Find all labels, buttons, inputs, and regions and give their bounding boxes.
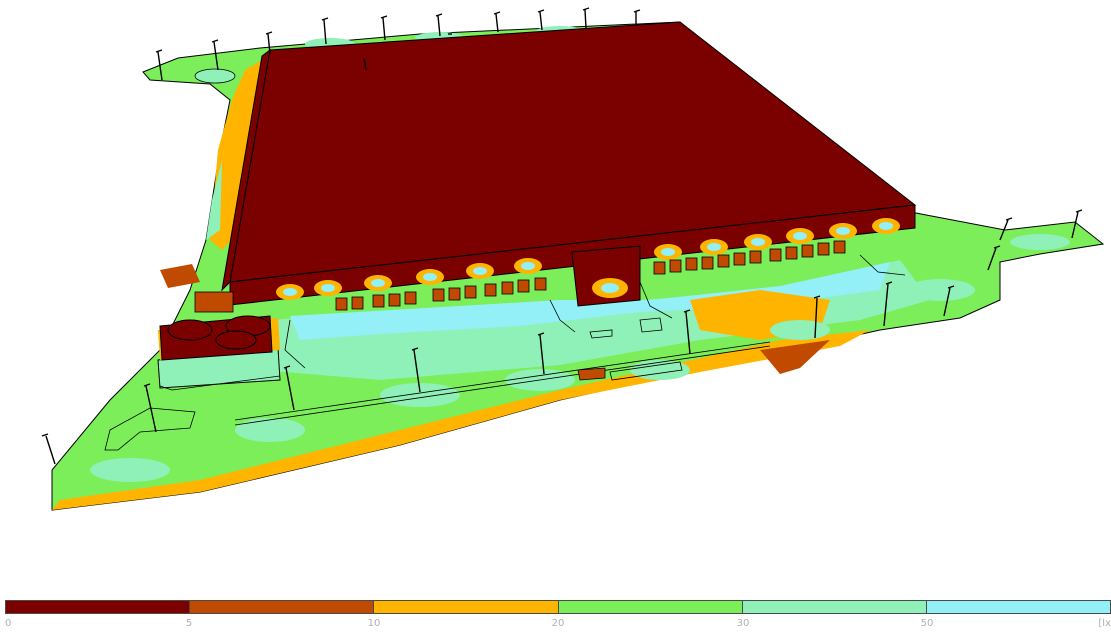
legend-swatch: [742, 601, 927, 613]
legend-tick-5: 5: [185, 618, 193, 629]
legend-swatch: [926, 601, 1111, 613]
legend-tick-50: 50: [920, 618, 934, 629]
legend-tick-0: 0: [5, 618, 12, 629]
legend-tick-20: 20: [551, 618, 565, 629]
legend-swatch: [190, 601, 375, 613]
illuminance-legend: 0 5 10 20 30 50 [lx: [0, 596, 1111, 636]
left-strip-high: [206, 160, 222, 240]
illuminance-scene: [41, 7, 1105, 511]
legend-tick-10: 10: [367, 618, 381, 629]
legend-swatch: [558, 601, 743, 613]
legend-swatch: [6, 601, 191, 613]
legend-color-bar: [5, 600, 1111, 614]
legend-swatch: [374, 601, 559, 613]
legend-tick-30: 30: [736, 618, 750, 629]
legend-unit: [lx: [1098, 618, 1111, 629]
